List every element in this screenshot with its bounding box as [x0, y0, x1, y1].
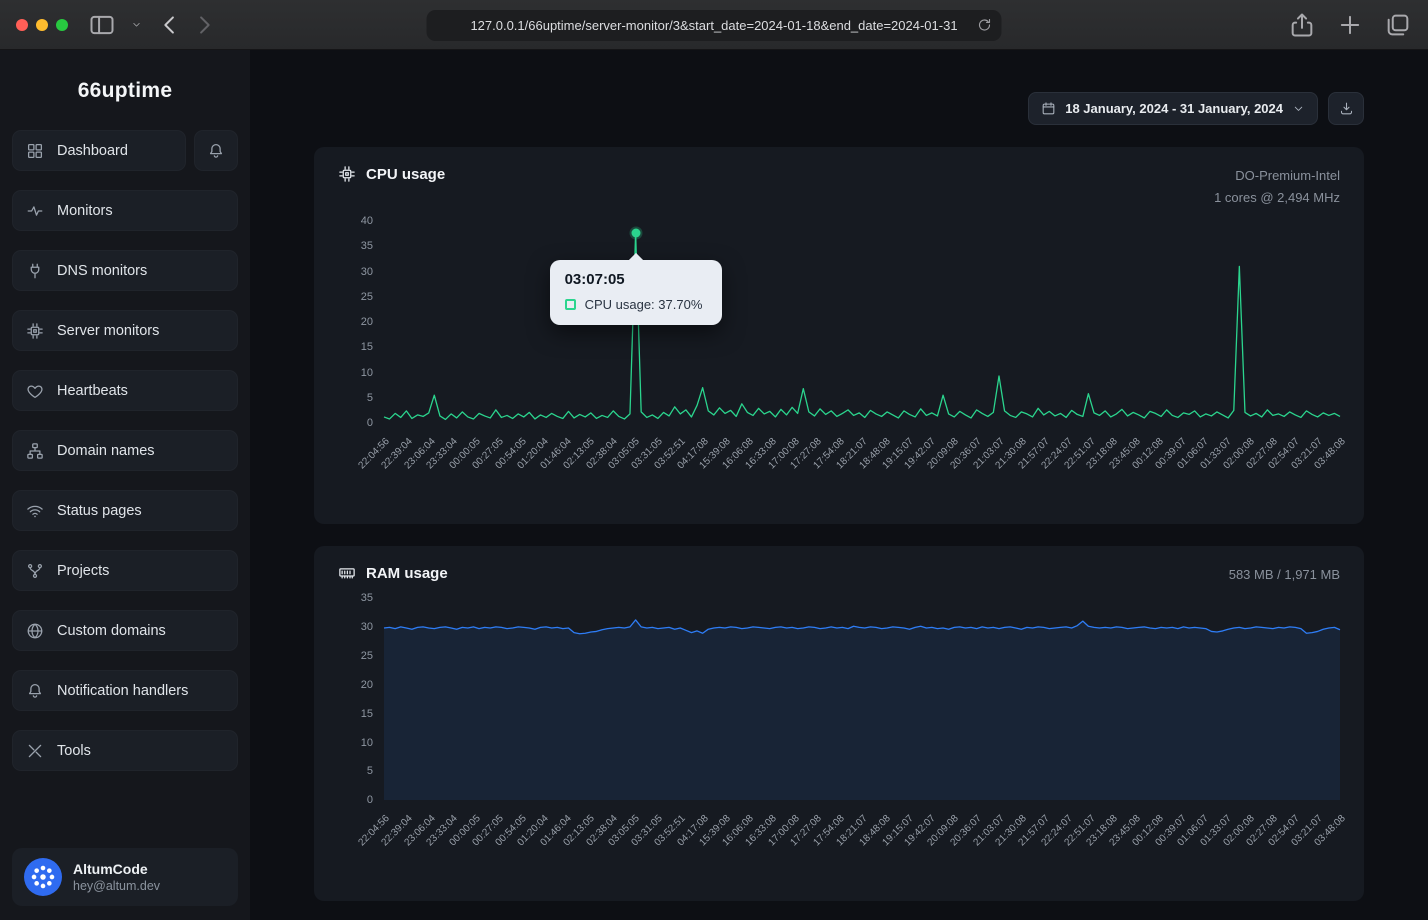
sidebar-item-server-monitors[interactable]: Server monitors: [12, 310, 238, 351]
sidebar-item-label: Domain names: [57, 443, 155, 459]
sidebar-item-tools[interactable]: Tools: [12, 730, 238, 771]
back-button[interactable]: [156, 11, 184, 39]
y-tick-label: 5: [367, 392, 373, 404]
heart-icon: [26, 382, 44, 400]
y-tick-label: 0: [367, 417, 373, 429]
sidebar-item-notification-handlers[interactable]: Notification handlers: [12, 670, 238, 711]
cpu-usage-card: CPU usage DO-Premium-Intel 1 cores @ 2,4…: [314, 147, 1364, 524]
sidebar-item-projects[interactable]: Projects: [12, 550, 238, 591]
sidebar-item-label: Projects: [57, 563, 109, 579]
export-button[interactable]: [1328, 92, 1364, 125]
user-name: AltumCode: [73, 861, 160, 877]
bell-icon: [207, 142, 225, 160]
share-icon[interactable]: [1288, 11, 1316, 39]
y-tick-label: 40: [361, 215, 373, 227]
sidebar-item-label: Monitors: [57, 203, 113, 219]
sidebar-item-label: DNS monitors: [57, 263, 147, 279]
y-tick-label: 20: [361, 316, 373, 328]
sidebar: 66uptime Dashboard Monitors DNS monitors Se…: [0, 50, 250, 920]
chart-tooltip: 03:07:05 CPU usage: 37.70%: [550, 260, 722, 325]
reload-icon[interactable]: [977, 17, 993, 33]
x-axis-labels: 22:04:5622:39:0423:06:0423:33:0400:00:05…: [384, 813, 1340, 889]
sidebar-item-label: Heartbeats: [57, 383, 128, 399]
y-tick-label: 30: [361, 621, 373, 633]
cpu-meta: DO-Premium-Intel 1 cores @ 2,494 MHz: [1214, 165, 1340, 209]
sidebar-toggle-icon[interactable]: [88, 11, 116, 39]
wifi-icon: [26, 502, 44, 520]
avatar: [24, 858, 62, 896]
new-tab-icon[interactable]: [1336, 11, 1364, 39]
ram-chart-plot[interactable]: [384, 598, 1340, 800]
notifications-bell-button[interactable]: [194, 130, 238, 171]
sidebar-item-custom-domains[interactable]: Custom domains: [12, 610, 238, 651]
y-axis-labels: 35 30 25 20 15 10 5 0: [338, 592, 384, 806]
y-tick-label: 5: [367, 765, 373, 777]
y-tick-label: 25: [361, 291, 373, 303]
plug-icon: [26, 262, 44, 280]
tabs-overview-icon[interactable]: [1384, 11, 1412, 39]
date-range-label: 18 January, 2024 - 31 January, 2024: [1065, 101, 1283, 116]
tooltip-value: CPU usage: 37.70%: [585, 297, 703, 312]
sidebar-item-dns-monitors[interactable]: DNS monitors: [12, 250, 238, 291]
traffic-lights: [16, 19, 68, 31]
data-point-marker: [631, 228, 640, 237]
tooltip-time: 03:07:05: [565, 271, 707, 288]
sidebar-item-label: Server monitors: [57, 323, 159, 339]
y-tick-label: 10: [361, 367, 373, 379]
sitemap-icon: [26, 442, 44, 460]
sidebar-item-label: Dashboard: [57, 143, 128, 159]
y-tick-label: 30: [361, 266, 373, 278]
brand-logo: 66uptime: [12, 50, 238, 130]
sidebar-item-domain-names[interactable]: Domain names: [12, 430, 238, 471]
cpu-chart-plot[interactable]: 03:07:05 CPU usage: 37.70%: [384, 221, 1340, 423]
sidebar-item-monitors[interactable]: Monitors: [12, 190, 238, 231]
browser-chrome: 127.0.0.1/66uptime/server-monitor/3&star…: [0, 0, 1428, 50]
tools-icon: [26, 742, 44, 760]
y-tick-label: 20: [361, 679, 373, 691]
sidebar-item-heartbeats[interactable]: Heartbeats: [12, 370, 238, 411]
zoom-window-button[interactable]: [56, 19, 68, 31]
sidebar-item-label: Status pages: [57, 503, 142, 519]
card-title: CPU usage: [366, 166, 445, 183]
y-tick-label: 15: [361, 708, 373, 720]
y-tick-label: 0: [367, 794, 373, 806]
cpu-icon: [338, 165, 356, 183]
close-window-button[interactable]: [16, 19, 28, 31]
globe-icon: [26, 622, 44, 640]
calendar-icon: [1041, 101, 1056, 116]
user-email: hey@altum.dev: [73, 879, 160, 893]
download-icon: [1339, 101, 1354, 116]
y-tick-label: 15: [361, 341, 373, 353]
minimize-window-button[interactable]: [36, 19, 48, 31]
url-text: 127.0.0.1/66uptime/server-monitor/3&star…: [470, 18, 957, 33]
y-tick-label: 10: [361, 737, 373, 749]
branch-icon: [26, 562, 44, 580]
y-tick-label: 35: [361, 592, 373, 604]
forward-button[interactable]: [190, 11, 218, 39]
sidebar-nav: Dashboard Monitors DNS monitors Server moni…: [12, 130, 238, 790]
y-tick-label: 35: [361, 240, 373, 252]
chip-icon: [26, 322, 44, 340]
grid-icon: [26, 142, 44, 160]
sidebar-item-label: Notification handlers: [57, 683, 188, 699]
y-tick-label: 25: [361, 650, 373, 662]
y-axis-labels: 40 35 30 25 20 15 10 5 0: [338, 215, 384, 429]
pulse-icon: [26, 202, 44, 220]
legend-swatch: [565, 299, 576, 310]
user-card[interactable]: AltumCode hey@altum.dev: [12, 848, 238, 906]
sidebar-item-label: Tools: [57, 743, 91, 759]
sidebar-item-label: Custom domains: [57, 623, 166, 639]
chevron-down-icon[interactable]: [122, 11, 150, 39]
main-content: 18 January, 2024 - 31 January, 2024 CPU …: [250, 50, 1428, 920]
ram-usage-card: RAM usage 583 MB / 1,971 MB 353025201510…: [314, 546, 1364, 901]
chevron-down-icon: [1292, 102, 1305, 115]
date-range-picker[interactable]: 18 January, 2024 - 31 January, 2024: [1028, 92, 1318, 125]
bell-icon: [26, 682, 44, 700]
x-axis-labels: 22:04:5622:39:0423:06:0423:33:0400:00:05…: [384, 436, 1340, 512]
sidebar-item-status-pages[interactable]: Status pages: [12, 490, 238, 531]
ram-meta: 583 MB / 1,971 MB: [1229, 564, 1340, 586]
address-bar[interactable]: 127.0.0.1/66uptime/server-monitor/3&star…: [427, 10, 1002, 41]
sidebar-item-dashboard[interactable]: Dashboard: [12, 130, 186, 171]
